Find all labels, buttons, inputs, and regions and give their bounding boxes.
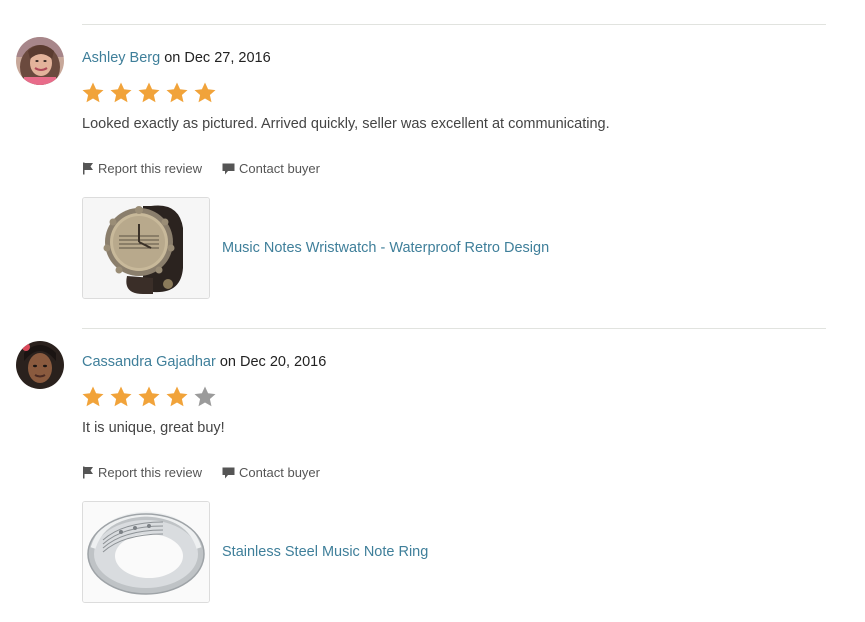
star-filled-icon [109,385,133,409]
review-on-word: on [164,50,181,66]
star-filled-icon [137,385,161,409]
contact-buyer-link[interactable]: Contact buyer [222,161,320,176]
review-text: Looked exactly as pictured. Arrived quic… [82,116,610,132]
product-title-link[interactable]: Music Notes Wristwatch - Waterproof Retr… [222,240,549,256]
review-date: Dec 27, 2016 [184,50,271,66]
star-filled-icon [165,81,189,105]
report-review-label: Report this review [98,465,203,480]
reviewer-avatar[interactable] [16,341,64,389]
star-filled-icon [137,81,161,105]
review-date: Dec 20, 2016 [240,354,327,370]
star-empty-icon [193,385,217,409]
star-filled-icon [109,81,133,105]
star-rating [81,385,217,409]
top-divider [82,24,826,25]
star-rating [81,81,217,105]
contact-buyer-label: Contact buyer [239,161,320,176]
review-on-word: on [219,354,236,370]
message-icon [222,467,235,479]
review-text: It is unique, great buy! [82,420,225,436]
review-item: Cassandra Gajadhar on Dec 20, 2016 It is… [0,341,865,622]
star-filled-icon [165,385,189,409]
review-header: Ashley Berg on Dec 27, 2016 [82,49,271,67]
reviewer-avatar[interactable] [16,37,64,85]
review-divider [82,328,826,329]
star-filled-icon [81,385,105,409]
review-actions: Report this review Contact buyer [82,465,340,480]
message-icon [222,163,235,175]
review-header: Cassandra Gajadhar on Dec 20, 2016 [82,353,326,371]
product-title-link[interactable]: Stainless Steel Music Note Ring [222,544,428,560]
reviewer-name-link[interactable]: Ashley Berg [82,50,160,66]
report-review-link[interactable]: Report this review [82,161,202,176]
review-item: Ashley Berg on Dec 27, 2016 Looked exact… [0,37,865,327]
contact-buyer-link[interactable]: Contact buyer [222,465,320,480]
product-thumbnail[interactable] [82,501,210,603]
review-actions: Report this review Contact buyer [82,161,340,176]
reviewed-product: Stainless Steel Music Note Ring [82,501,428,603]
reviewed-product: Music Notes Wristwatch - Waterproof Retr… [82,197,549,299]
flag-icon [82,162,94,175]
flag-icon [82,466,94,479]
reviewer-name-link[interactable]: Cassandra Gajadhar [82,354,216,370]
product-thumbnail[interactable] [82,197,210,299]
report-review-label: Report this review [98,161,203,176]
report-review-link[interactable]: Report this review [82,465,202,480]
contact-buyer-label: Contact buyer [239,465,320,480]
star-filled-icon [81,81,105,105]
star-filled-icon [193,81,217,105]
